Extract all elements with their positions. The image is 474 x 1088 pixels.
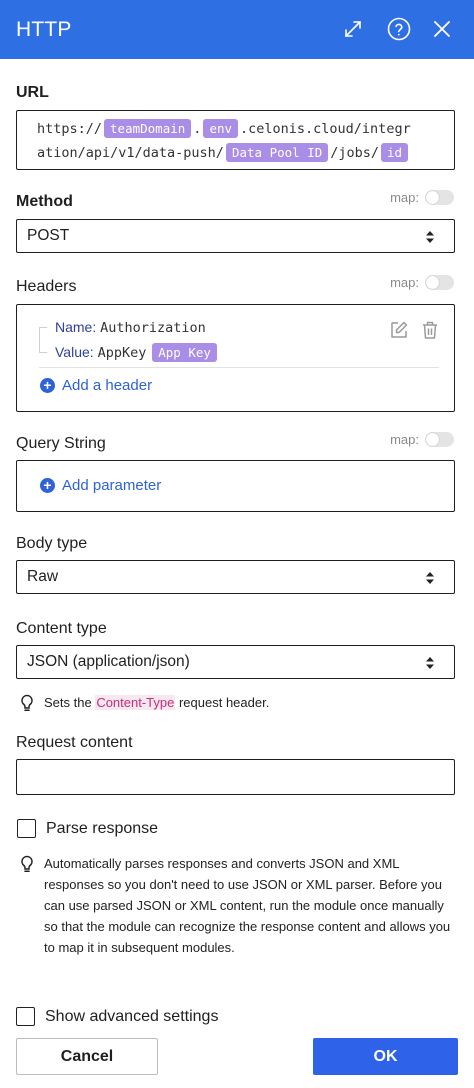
url-text: /jobs/	[330, 145, 380, 161]
content-type-select[interactable]: JSON (application/json)	[16, 645, 455, 679]
map-toggle[interactable]	[425, 275, 454, 290]
map-label: map:	[390, 275, 419, 290]
advanced-settings-label: Show advanced settings	[45, 1007, 219, 1025]
cancel-button[interactable]: Cancel	[16, 1038, 158, 1075]
select-arrows-icon	[426, 572, 434, 584]
method-label: Method	[16, 193, 73, 210]
add-parameter-link[interactable]: + Add parameter	[40, 477, 161, 494]
dialog-header: HTTP	[0, 0, 474, 59]
add-header-link[interactable]: + Add a header	[40, 377, 152, 394]
hint-highlight: Content-Type	[95, 695, 176, 710]
header-value-key: Value:	[55, 344, 94, 360]
advanced-settings-checkbox[interactable]	[16, 1007, 35, 1026]
headers-map-toggle: map:	[390, 275, 454, 290]
header-name-value: Authorization	[100, 320, 206, 336]
add-header-label: Add a header	[62, 377, 153, 394]
content-type-hint: Sets the Content-Type request header.	[20, 692, 269, 718]
parse-response-row: Parse response	[17, 819, 158, 838]
hint-text-post: request header.	[175, 695, 270, 710]
url-text: .	[193, 121, 202, 137]
advanced-settings-row: Show advanced settings	[16, 1007, 218, 1026]
content-type-value: JSON (application/json)	[27, 653, 190, 670]
variable-pill-app-key[interactable]: App Key	[152, 343, 217, 362]
content-type-label: Content type	[16, 620, 107, 637]
parse-response-label: Parse response	[46, 819, 159, 837]
map-toggle[interactable]	[425, 190, 454, 205]
select-arrows-icon	[426, 657, 434, 669]
request-content-label: Request content	[16, 734, 133, 751]
help-icon[interactable]	[383, 13, 415, 45]
add-parameter-label: Add parameter	[62, 477, 162, 494]
query-string-box: + Add parameter	[16, 460, 455, 512]
ok-button[interactable]: OK	[313, 1038, 458, 1075]
parse-response-checkbox[interactable]	[17, 819, 36, 838]
header-name-key: Name:	[55, 319, 97, 335]
method-map-toggle: map:	[390, 190, 454, 205]
variable-pill-env[interactable]: env	[203, 119, 239, 138]
variable-pill-team-domain[interactable]: teamDomain	[104, 119, 192, 138]
parse-response-hint: Automatically parses responses and conve…	[20, 853, 460, 958]
expand-icon[interactable]	[337, 13, 369, 45]
body-type-select[interactable]: Raw	[16, 560, 455, 594]
map-toggle[interactable]	[425, 432, 454, 447]
header-divider	[39, 367, 439, 368]
headers-box: Name: Authorization Value: AppKey App Ke…	[16, 304, 455, 412]
url-input[interactable]: https://teamDomain. env .celonis.cloud/int…	[16, 110, 455, 170]
header-item-bracket	[39, 327, 47, 353]
parse-response-hint-text: Automatically parses responses and conve…	[44, 856, 451, 955]
header-value-text: AppKey	[97, 345, 147, 361]
body-type-value: Raw	[27, 568, 59, 585]
trash-icon[interactable]	[421, 320, 439, 345]
header-item: Name: Authorization Value: AppKey App Ke…	[39, 317, 439, 369]
variable-pill-data-pool-id[interactable]: Data Pool ID	[225, 143, 329, 162]
query-map-toggle: map:	[390, 432, 454, 447]
body-type-label: Body type	[16, 535, 88, 552]
select-arrows-icon	[426, 231, 434, 243]
map-label: map:	[390, 432, 419, 447]
url-label: URL	[16, 84, 49, 101]
hint-text: Sets the Content-Type request header.	[44, 692, 269, 718]
url-line-1: https://teamDomain. env .celonis.cloud/int…	[37, 117, 446, 141]
headers-label: Headers	[16, 278, 77, 295]
url-text: ation/api/v1/data-push/	[37, 145, 224, 161]
url-line-2: ation/api/v1/data-push/Data Pool ID/jobs…	[37, 141, 446, 165]
lightbulb-icon	[20, 853, 36, 958]
header-value-row: Value: AppKey App Key	[55, 343, 219, 362]
method-value: POST	[27, 227, 70, 244]
plus-circle-icon: +	[40, 378, 55, 393]
close-icon[interactable]	[426, 13, 458, 45]
header-name-row: Name: Authorization	[55, 319, 206, 336]
variable-pill-id[interactable]: id	[381, 143, 409, 162]
plus-circle-icon: +	[40, 478, 55, 493]
method-select[interactable]: POST	[16, 219, 455, 253]
hint-text-pre: Sets the	[44, 695, 96, 710]
request-content-input[interactable]	[16, 759, 455, 795]
query-string-label: Query String	[16, 435, 106, 452]
dialog-title: HTTP	[16, 18, 72, 41]
url-text: .celonis.cloud/integr	[240, 121, 411, 137]
lightbulb-icon	[20, 692, 36, 718]
map-label: map:	[390, 190, 419, 205]
edit-icon[interactable]	[389, 320, 409, 345]
url-text: https://	[37, 121, 103, 137]
